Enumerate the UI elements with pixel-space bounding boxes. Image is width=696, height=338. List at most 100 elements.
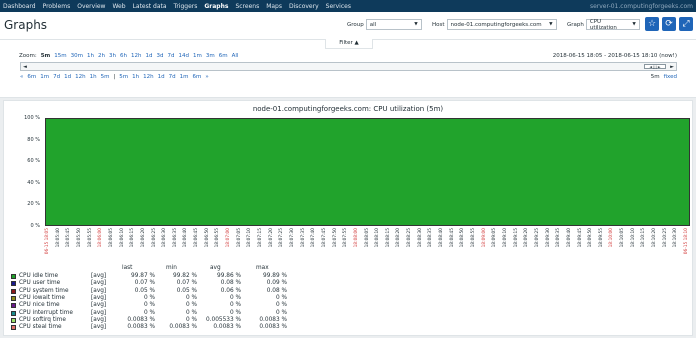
nav-item-latest-data[interactable]: Latest data <box>133 3 167 10</box>
nav-item-discovery[interactable]: Discovery <box>289 3 319 10</box>
legend-max: 0.0083 % <box>259 316 287 323</box>
zoom-option-30m[interactable]: 30m <box>71 53 83 59</box>
zoom-option-1h[interactable]: 1h <box>87 53 94 59</box>
host-select-value: node-01.computingforgeeks.com <box>450 21 542 28</box>
host-select[interactable]: node-01.computingforgeeks.com ▼ <box>446 19 557 30</box>
nav-forward-6[interactable]: 6m <box>193 74 202 80</box>
legend-row: CPU system time [avg] 0.05 % 0.05 % 0.06 % 0.… <box>11 288 291 295</box>
legend-max: 0.0083 % <box>259 324 287 331</box>
x-tick-label: 18:05:55 <box>87 228 93 248</box>
x-tick-label: 18:05:50 <box>76 228 82 248</box>
nav-item-overview[interactable]: Overview <box>77 3 105 10</box>
legend-avg: 99.86 % <box>217 273 241 279</box>
x-tick-label: 18:09:50 <box>588 228 594 248</box>
legend-max: 0.08 % <box>266 287 287 294</box>
x-tick-label: 18:06:45 <box>194 228 200 248</box>
legend-min: 0 % <box>185 316 197 323</box>
scroll-thumb[interactable]: ◄ ||| ► <box>644 64 666 69</box>
legend-max: 0.09 % <box>266 280 287 287</box>
fullscreen-button[interactable]: ⤢ <box>679 17 693 31</box>
nav-item-maps[interactable]: Maps <box>266 3 282 10</box>
fixed-toggle[interactable]: fixed <box>664 74 677 80</box>
scroll-right-icon[interactable]: ► <box>670 63 674 71</box>
x-tick-label: 18:05:40 <box>55 228 61 248</box>
graph-select[interactable]: CPU utilization ▼ <box>585 19 640 31</box>
y-tick-label: 20 % <box>27 201 40 208</box>
legend-max: 0 % <box>275 294 287 301</box>
nav-separator: | <box>113 74 116 80</box>
zoom-option-6h[interactable]: 6h <box>120 53 127 59</box>
x-tick-label: 18:08:05 <box>364 228 370 248</box>
zoom-option-12h[interactable]: 12h <box>131 53 141 59</box>
nav-back-1[interactable]: 6m <box>27 74 36 80</box>
refresh-button[interactable]: ⟳ <box>662 17 676 31</box>
group-select[interactable]: all ▼ <box>365 19 422 30</box>
nav-item-screens[interactable]: Screens <box>235 3 259 10</box>
zoom-option-3h[interactable]: 3h <box>109 53 116 59</box>
chevron-down-icon: ▼ <box>549 22 553 27</box>
zoom-option-1d[interactable]: 1d <box>145 53 152 59</box>
legend-name: CPU system time <box>19 287 69 294</box>
nav-item-web[interactable]: Web <box>112 3 125 10</box>
nav-back-4[interactable]: 1d <box>64 74 71 80</box>
zoom-option-6m[interactable]: 6m <box>219 53 228 59</box>
legend-max: 0 % <box>275 309 287 316</box>
x-tick-label: 18:07:30 <box>289 228 295 248</box>
filter-toggle[interactable]: Filter ▲ <box>325 39 373 49</box>
nav-forward-2[interactable]: 12h <box>143 74 153 80</box>
nav-back-5[interactable]: 12h <box>75 74 85 80</box>
zoom-option-7d[interactable]: 7d <box>167 53 174 59</box>
x-tick-label: 18:10:00 <box>609 228 615 248</box>
nav-forward-0[interactable]: 5m <box>119 74 128 80</box>
x-tick-label: 18:07:15 <box>258 228 263 248</box>
y-tick-label: 0 % <box>30 223 40 229</box>
nav-forward-3[interactable]: 1d <box>158 74 165 80</box>
x-tick-label: 18:10:10 <box>630 228 636 248</box>
scroll-left-icon[interactable]: ◄ <box>23 63 27 71</box>
x-tick-label: 18:08:55 <box>471 228 476 248</box>
x-tick-label: 18:09:25 <box>534 228 540 248</box>
nav-back-6[interactable]: 1h <box>90 74 97 80</box>
nav-forward-1[interactable]: 1h <box>132 74 139 80</box>
legend-swatch <box>11 281 16 287</box>
period-navigation: «6m 1m 7d 1d 12h 1h 5m | 5m 1h 12h 1d 7d 1m 6m» <box>20 74 209 80</box>
nav-item-problems[interactable]: Problems <box>43 3 71 10</box>
nav-back-2[interactable]: 1m <box>40 74 49 80</box>
nav-back-7[interactable]: 5m <box>101 74 110 80</box>
zoom-option-all[interactable]: All <box>232 53 239 59</box>
legend-header-last: last <box>122 265 133 271</box>
nav-forward-7[interactable]: » <box>205 74 208 80</box>
zoom-option-3d[interactable]: 3d <box>156 53 163 59</box>
zoom-option-5m[interactable]: 5m <box>41 53 51 59</box>
legend-min: 99.82 % <box>173 273 197 279</box>
zoom-option-1m[interactable]: 1m <box>193 53 202 59</box>
nav-back-3[interactable]: 7d <box>53 74 60 80</box>
nav-forward-4[interactable]: 7d <box>169 74 176 80</box>
favorite-button[interactable]: ☆ <box>645 17 659 31</box>
nav-item-triggers[interactable]: Triggers <box>174 3 198 10</box>
group-control: Group all ▼ <box>347 19 422 30</box>
legend-min: 0 % <box>185 309 197 316</box>
nav-item-dashboard[interactable]: Dashboard <box>3 3 36 10</box>
legend-max: 0 % <box>275 302 287 309</box>
nav-back-0[interactable]: « <box>20 74 23 80</box>
zoom-option-14d[interactable]: 14d <box>178 53 189 59</box>
legend-swatch <box>11 310 16 316</box>
graph-title: node-01.computingforgeeks.com: CPU utili… <box>252 105 444 113</box>
legend-row: CPU softirq time [avg] 0.0083 % 0 % 0.005533… <box>11 317 291 324</box>
zoom-row: Zoom: 5m 15m 30m 1h 2h 3h 6h 12h 1d 3d 7d 14d 1m 3m 6m A… <box>19 53 238 59</box>
x-tick-label: 18:09:15 <box>513 228 519 248</box>
x-tick-label: 18:08:35 <box>428 228 434 248</box>
legend-swatch <box>11 288 16 294</box>
nav-forward-5[interactable]: 1m <box>180 74 189 80</box>
timeline-scrollbar[interactable]: ◄ ◄ ||| ► ► <box>20 62 677 71</box>
zoom-option-2h[interactable]: 2h <box>98 53 105 59</box>
zoom-option-15m[interactable]: 15m <box>54 53 66 59</box>
zoom-option-3m[interactable]: 3m <box>206 53 215 59</box>
legend-swatch <box>11 303 16 309</box>
x-tick-label: 18:10:15 <box>641 228 647 248</box>
x-tick-label: 18:07:55 <box>343 228 349 248</box>
nav-item-services[interactable]: Services <box>326 3 351 10</box>
x-tick-label: 18:09:30 <box>545 228 551 248</box>
nav-item-graphs[interactable]: Graphs <box>204 3 228 10</box>
